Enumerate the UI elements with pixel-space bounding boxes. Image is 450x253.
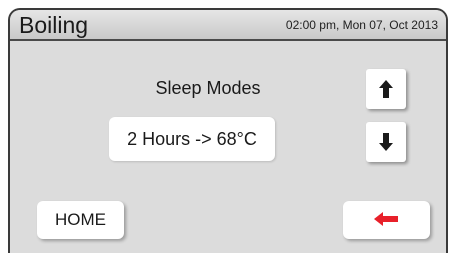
datetime-display: 02:00 pm, Mon 07, Oct 2013 — [285, 18, 438, 32]
arrow-left-icon — [374, 212, 398, 226]
arrow-down-icon — [379, 133, 393, 151]
mode-value-display: 2 Hours -> 68°C — [109, 117, 275, 161]
page-title: Boiling — [19, 12, 89, 38]
device-screen: Boiling 02:00 pm, Mon 07, Oct 2013 Sleep… — [8, 8, 448, 253]
header-bar: Boiling 02:00 pm, Mon 07, Oct 2013 — [10, 10, 446, 41]
up-button[interactable] — [366, 69, 406, 109]
back-button[interactable] — [343, 201, 430, 239]
home-button[interactable]: HOME — [37, 201, 124, 239]
mode-label: Sleep Modes — [155, 78, 261, 98]
down-button[interactable] — [366, 122, 406, 162]
arrow-up-icon — [379, 80, 393, 98]
